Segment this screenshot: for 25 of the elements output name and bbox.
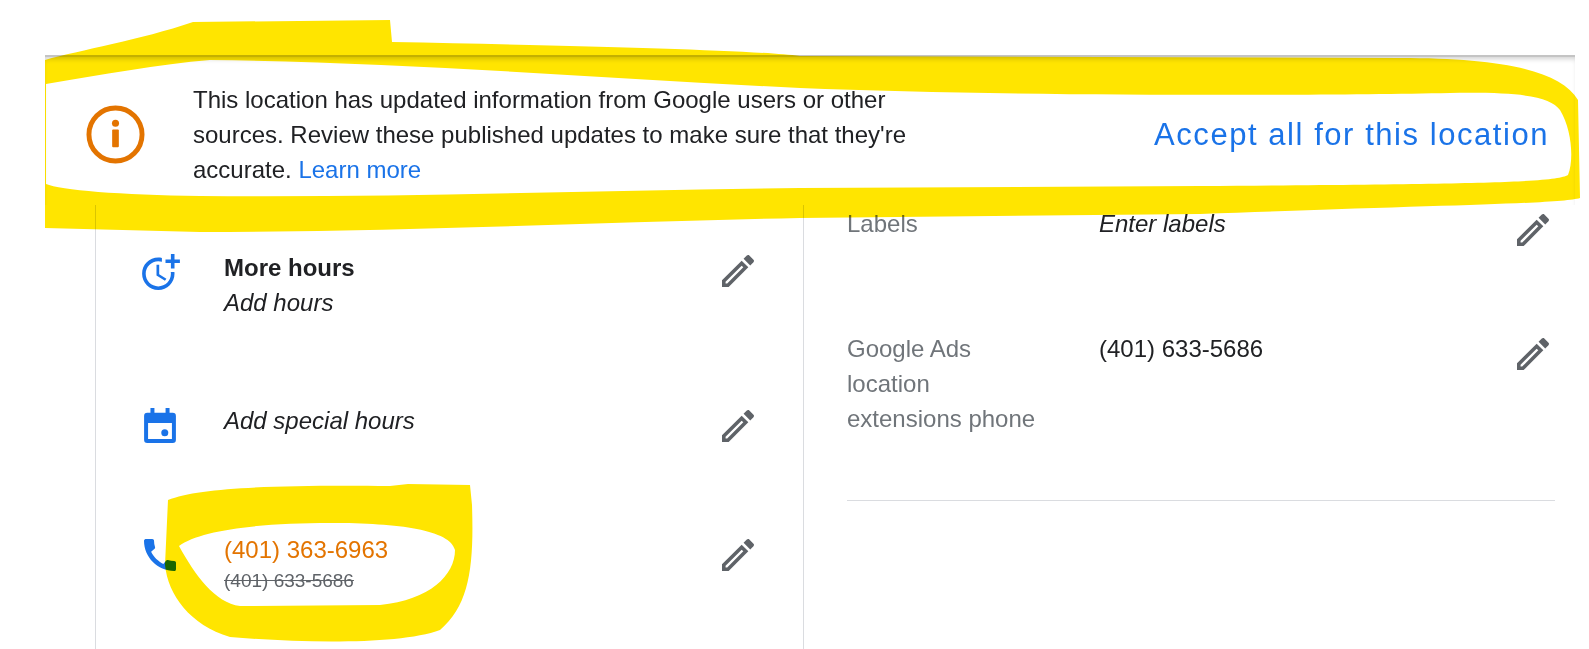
info-icon <box>86 105 145 164</box>
previous-phone-number: (401) 633-5686 <box>224 569 354 593</box>
hint-text: Add special hours <box>224 406 415 436</box>
edit-button[interactable] <box>1517 214 1549 246</box>
pencil-icon <box>722 539 754 571</box>
banner-message: This location has updated information from Google users or other sources. Review these published updates to make sure that they're accurate. Learn more <box>193 85 907 185</box>
field-label: Google Ads location extensions phone <box>847 334 1037 434</box>
pencil-icon <box>722 255 754 287</box>
pencil-icon <box>722 410 754 442</box>
edit-button[interactable] <box>722 255 754 287</box>
phone-number: (401) 363-6963 <box>224 535 389 565</box>
pencil-icon <box>1517 214 1549 246</box>
field-value: (401) 633-5686 <box>1099 334 1264 364</box>
edit-button[interactable] <box>722 410 754 442</box>
learn-more-link[interactable]: Learn more <box>298 156 422 183</box>
field-label: Labels <box>847 209 919 239</box>
hint-text: Add hours <box>224 288 334 318</box>
calendar-icon <box>144 408 176 443</box>
pencil-icon <box>1517 338 1549 370</box>
edit-button[interactable] <box>722 539 754 571</box>
accept-all-button[interactable]: Accept all for this location <box>1154 117 1549 152</box>
clock-plus-icon <box>142 254 180 290</box>
edit-button[interactable] <box>1517 338 1549 370</box>
section-title: More hours <box>224 253 355 283</box>
hint-text: Enter labels <box>1099 209 1226 239</box>
